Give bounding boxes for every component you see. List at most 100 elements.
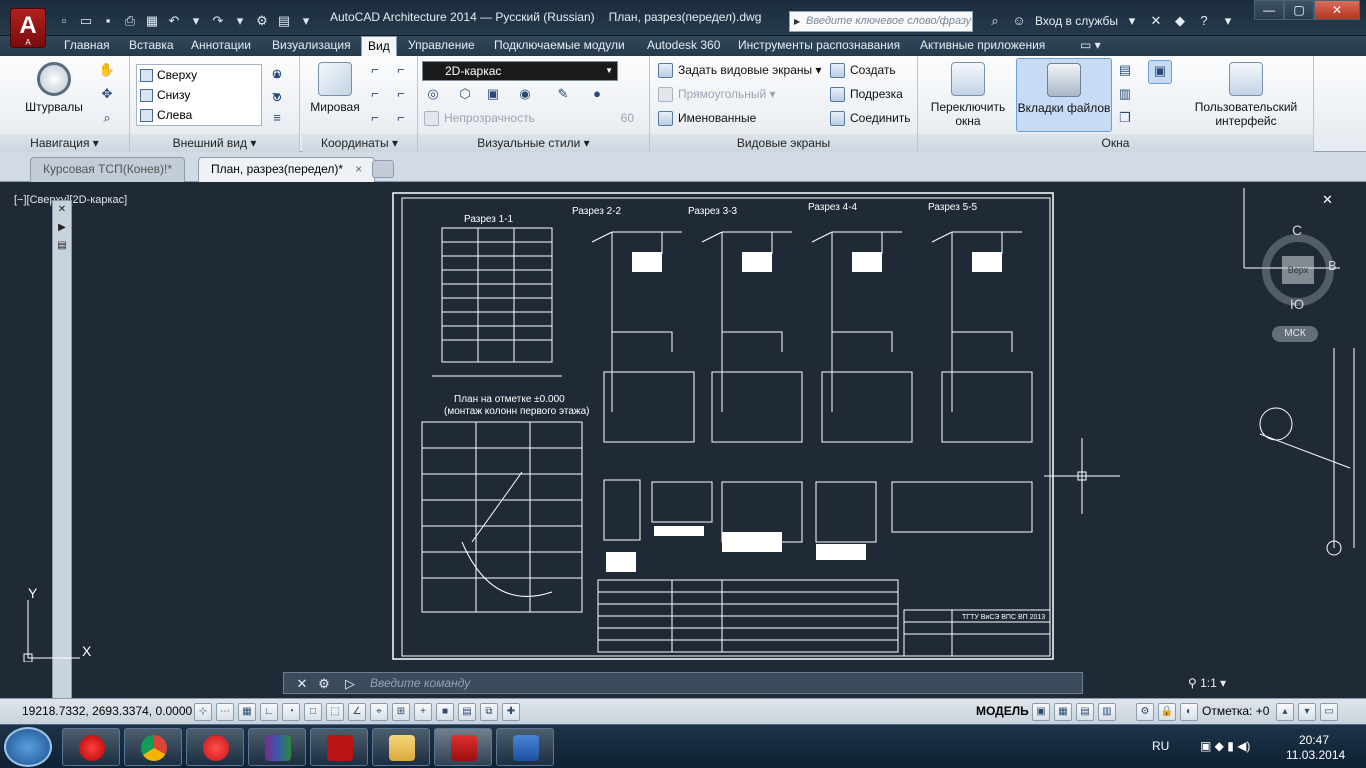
new-tab-button[interactable] (372, 160, 394, 178)
tab-manage[interactable]: Управление (408, 38, 475, 52)
material-icon[interactable]: ● (586, 84, 608, 104)
ribbon-state-icon[interactable]: ▭ ▾ (1080, 38, 1101, 52)
layout-tabs-icon[interactable]: ▣ (1148, 60, 1172, 84)
login-button[interactable]: Вход в службы (1033, 14, 1118, 28)
search-input[interactable]: Введите ключевое слово/фразу (789, 11, 973, 32)
open-folder-icon[interactable]: ▭ (76, 11, 96, 31)
viewcube[interactable]: Верх С Ю В (1262, 218, 1337, 312)
undo-dropdown-icon[interactable]: ▾ (186, 11, 206, 31)
quick-view-layouts-icon[interactable]: ▣ (1032, 703, 1050, 721)
tray-icons[interactable]: ▣ ◆ ▮ ◀) (1200, 739, 1250, 753)
user-icon[interactable]: ☺ (1009, 11, 1029, 31)
workspace-switch-icon[interactable]: ▤ (274, 11, 294, 31)
ucs-origin-icon[interactable]: ⌐ (390, 108, 412, 128)
annotation-monitor-icon[interactable]: ✚ (502, 703, 520, 721)
shadow-icon[interactable]: ✎ (552, 84, 574, 104)
taskbar-yandex[interactable] (186, 728, 244, 766)
redo-dropdown-icon[interactable]: ▾ (230, 11, 250, 31)
palette-autohide-icon[interactable]: ▶ (53, 221, 71, 235)
ucs-x-icon[interactable]: ⌐ (364, 84, 386, 104)
set-viewports-button[interactable]: Задать видовые экраны ▾ (658, 61, 822, 80)
infer-constraints-icon[interactable]: ⊹ (194, 703, 212, 721)
otrack-icon[interactable]: ∠ (348, 703, 366, 721)
view-restore-icon[interactable]: ↻ (266, 88, 288, 108)
visual-style-select[interactable]: 2D-каркас (422, 61, 618, 81)
coordinates-readout[interactable]: 19218.7332, 2693.3374, 0.0000 (22, 704, 192, 718)
close-tab-icon[interactable]: × (355, 162, 362, 176)
taskbar-opera[interactable] (62, 728, 120, 766)
qat-menu-icon[interactable]: ▾ (296, 11, 316, 31)
layout-icon[interactable]: ▤ (1076, 703, 1094, 721)
doc-tab-plan[interactable]: План, разрез(передел)* × (198, 157, 376, 183)
viewcube-north[interactable]: С (1292, 222, 1302, 238)
file-tabs-button[interactable]: Вкладки файлов (1016, 58, 1112, 132)
undo-icon[interactable]: ↶ (164, 11, 184, 31)
command-recent-icon[interactable]: ▷ (342, 676, 358, 692)
command-close-icon[interactable]: ✕ (294, 676, 310, 692)
cascade-icon[interactable]: ❐ (1114, 108, 1136, 128)
tab-home[interactable]: Главная (64, 38, 110, 52)
ucs-settings-icon[interactable]: ⌐ (390, 60, 412, 80)
tab-view[interactable]: Вид (361, 36, 397, 56)
redo-icon[interactable]: ↷ (208, 11, 228, 31)
join-viewports-button[interactable]: Соединить (830, 109, 911, 128)
connect-icon[interactable]: ◆ (1170, 11, 1190, 31)
snap-icon[interactable]: ⋯ (216, 703, 234, 721)
viewcube-east[interactable]: В (1328, 258, 1337, 273)
model-space-button[interactable]: МОДЕЛЬ (976, 704, 1029, 718)
viewcube-south[interactable]: Ю (1290, 296, 1304, 312)
status-menu-icon[interactable]: ▾ (1298, 703, 1316, 721)
maximize-button[interactable]: ▢ (1284, 0, 1314, 20)
lineweight-icon[interactable]: + (414, 703, 432, 721)
3dosnap-icon[interactable]: ⬚ (326, 703, 344, 721)
taskbar-chrome[interactable] (124, 728, 182, 766)
box-icon[interactable]: ⬡ (454, 84, 476, 104)
language-indicator[interactable]: RU (1152, 739, 1169, 753)
switch-windows-button[interactable]: Переключить окна (922, 62, 1014, 128)
tab-autodesk-360[interactable]: Autodesk 360 (647, 38, 720, 52)
help-dropdown-icon[interactable]: ▾ (1218, 11, 1238, 31)
taskbar-pdf-master[interactable] (310, 728, 368, 766)
drawing-canvas[interactable]: [−][Сверху][2D-каркас] ✕ ▶ ▤ Y X (0, 182, 1366, 698)
user-interface-button[interactable]: Пользовательский интерфейс (1190, 62, 1302, 128)
viewcube-top[interactable]: Верх (1282, 256, 1314, 284)
command-settings-icon[interactable]: ⚙ (316, 676, 332, 692)
taskbar-winrar[interactable] (248, 728, 306, 766)
sphere-icon[interactable]: ◎ (422, 84, 444, 104)
view-left-item[interactable]: Слева (137, 105, 261, 125)
view-manager-icon[interactable]: ⊕ (266, 64, 288, 84)
drawing-sheet[interactable]: Разрез 1-1 Разрез 2-2 Разрез 3-3 Разрез … (392, 192, 1054, 660)
elevation-up-icon[interactable]: ▴ (1276, 703, 1294, 721)
doc-tab-course[interactable]: Курсовая ТСП(Конев)!* (30, 157, 186, 182)
osnap-icon[interactable]: □ (304, 703, 322, 721)
named-viewports-button[interactable]: Именованные (658, 109, 756, 128)
plot-icon[interactable]: ▦ (142, 11, 162, 31)
colors-icon[interactable]: ▣ (482, 84, 504, 104)
opacity-slider[interactable]: Непрозрачность 60 (424, 109, 644, 128)
application-menu-button[interactable]: A A (10, 8, 46, 48)
selection-cycling-icon[interactable]: ⧉ (480, 703, 498, 721)
new-file-icon[interactable]: ▫ (54, 11, 74, 31)
world-ucs-button[interactable]: Мировая (306, 62, 364, 114)
save-icon[interactable]: ▪ (98, 11, 118, 31)
exchange-icon[interactable]: ✕ (1146, 11, 1166, 31)
taskbar-word[interactable] (496, 728, 554, 766)
ortho-icon[interactable]: ∟ (260, 703, 278, 721)
tab-render[interactable]: Визуализация (272, 38, 351, 52)
help-icon[interactable]: ? (1194, 11, 1214, 31)
dyn-icon[interactable]: ⊞ (392, 703, 410, 721)
print-icon[interactable]: ⎙ (120, 11, 140, 31)
quick-properties-icon[interactable]: ▤ (458, 703, 476, 721)
clock[interactable]: 20:47 11.03.2014 (1286, 733, 1345, 763)
create-viewport-button[interactable]: Создать (830, 61, 896, 80)
layout2-icon[interactable]: ▥ (1098, 703, 1116, 721)
palette-properties-icon[interactable]: ▤ (53, 239, 71, 253)
pan-icon[interactable]: ✋ (96, 60, 118, 80)
steering-wheels-button[interactable]: Штурвалы (18, 62, 90, 114)
taskbar-autocad[interactable] (434, 728, 492, 766)
dropdown-icon[interactable]: ▾ (1122, 11, 1142, 31)
view-bottom-item[interactable]: Снизу (137, 85, 261, 105)
orbit-icon[interactable]: ✥ (96, 84, 118, 104)
minimize-button[interactable]: — (1254, 0, 1284, 20)
zoom-extents-icon[interactable]: ⌕ (96, 108, 118, 128)
